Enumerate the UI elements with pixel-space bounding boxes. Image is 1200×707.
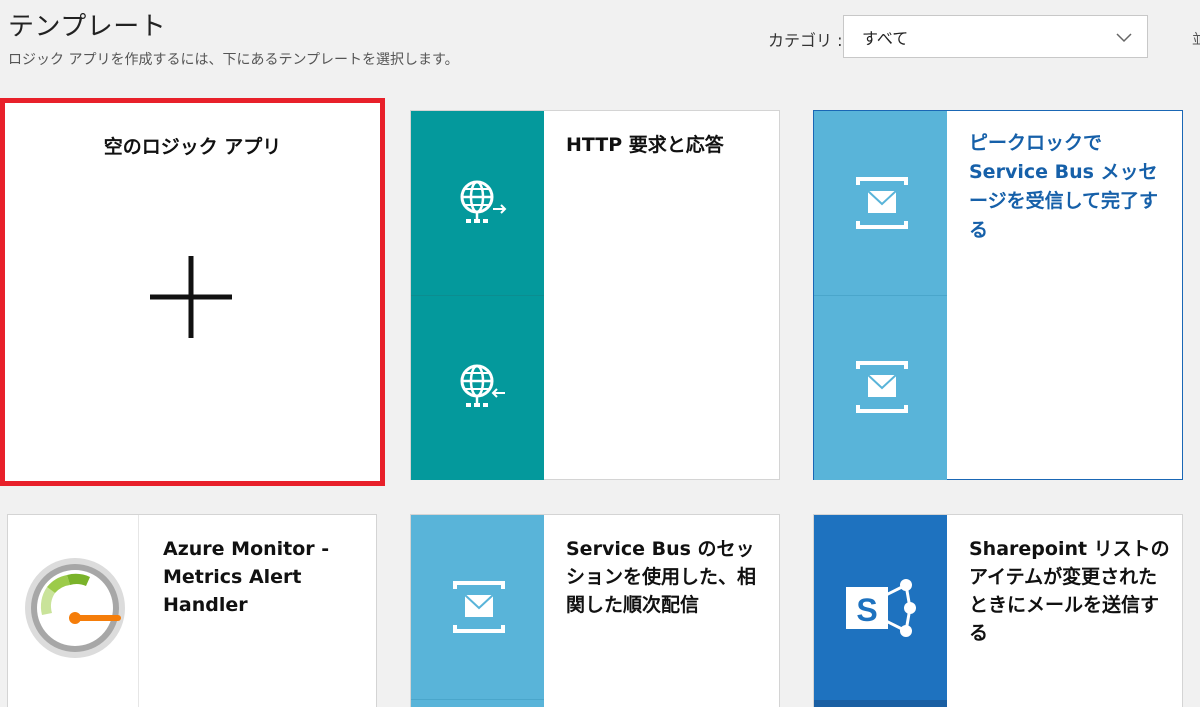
service-bus-icon [856, 177, 908, 229]
category-selected-value: すべて [862, 28, 909, 48]
service-bus-icon [453, 581, 505, 633]
template-title: HTTP 要求と応答 [566, 134, 724, 156]
category-label: カテゴリ : [768, 31, 843, 50]
template-card-http-request-response[interactable]: HTTP 要求と応答 [410, 110, 780, 480]
template-icon-strip [8, 515, 139, 707]
page-title: テンプレート [8, 12, 167, 42]
template-icon-strip [814, 111, 947, 480]
plus-icon [150, 256, 232, 338]
templates-page: テンプレート ロジック アプリを作成するには、下にあるテンプレートを選択します。… [0, 0, 1200, 707]
http-request-icon [460, 180, 507, 223]
chevron-down-icon [1116, 33, 1132, 43]
service-bus-icon [856, 361, 908, 413]
http-response-icon [460, 364, 505, 407]
page-subtitle: ロジック アプリを作成するには、下にあるテンプレートを選択します。 [8, 52, 459, 68]
category-dropdown[interactable]: すべて [843, 15, 1148, 58]
template-card-azure-monitor[interactable]: Azure Monitor - Metrics Alert Handler [7, 514, 377, 707]
sort-label-partial: 並 [1192, 32, 1200, 48]
template-card-service-bus-peeklock[interactable]: ピークロックで Service Bus メッセージを受信して完了する [813, 110, 1183, 480]
template-card-blank-logic-app[interactable]: 空のロジック アプリ [0, 98, 385, 486]
template-title: Azure Monitor - Metrics Alert Handler [163, 538, 330, 616]
template-card-service-bus-sessions[interactable]: Service Bus のセッションを使用した、相関した順次配信 [410, 514, 780, 707]
template-icon-strip: S [814, 515, 947, 707]
template-title: Service Bus のセッションを使用した、相関した順次配信 [566, 538, 757, 616]
svg-text:S: S [856, 592, 877, 628]
sharepoint-icon: S [846, 579, 916, 637]
template-icon-strip [411, 515, 544, 707]
template-title: ピークロックで Service Bus メッセージを受信して完了する [969, 132, 1159, 241]
template-card-sharepoint-list[interactable]: S Sharepoint リストのアイテムが変更されたときにメールを送信する [813, 514, 1183, 707]
template-icon-strip [411, 111, 544, 480]
template-title: Sharepoint リストのアイテムが変更されたときにメールを送信する [969, 538, 1170, 644]
template-title: 空のロジック アプリ [103, 136, 282, 158]
gauge-icon [25, 558, 125, 658]
